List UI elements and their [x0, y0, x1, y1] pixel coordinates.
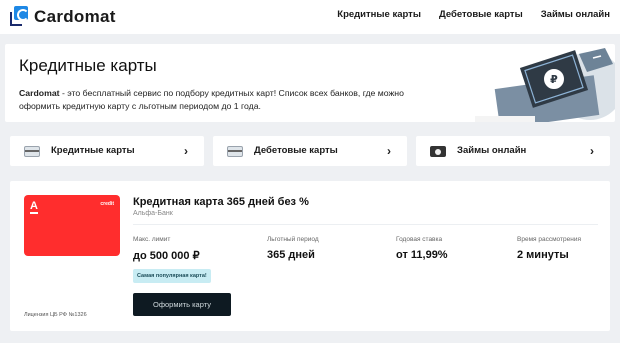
offer-title[interactable]: Кредитная карта 365 дней без % [133, 196, 309, 208]
stat-label: Макс. лимит [133, 236, 171, 243]
category-label: Кредитные карты [51, 145, 135, 156]
hero-text: - это бесплатный сервис по подбору креди… [19, 88, 404, 111]
chevron-right-icon: › [184, 144, 188, 158]
top-bar: Cardomat Кредитные карты Дебетовые карты… [0, 0, 620, 34]
nav-online-loans[interactable]: Займы онлайн [541, 9, 610, 20]
stat-review-time: Время рассмотрения 2 минуты [517, 236, 581, 261]
offer-bank: Альфа-Банк [133, 210, 173, 217]
category-label: Дебетовые карты [254, 145, 338, 156]
stat-value: 2 минуты [517, 249, 569, 261]
card-text: credit [100, 201, 114, 207]
divider [133, 224, 598, 225]
debit-card-icon [227, 146, 243, 157]
stat-limit: Макс. лимит до 500 000 ₽ [133, 236, 200, 262]
stat-label: Время рассмотрения [517, 236, 581, 243]
card-image[interactable]: А credit [24, 195, 120, 256]
popular-badge: Самая популярная карта! [133, 269, 211, 283]
svg-text:₽: ₽ [550, 73, 558, 86]
stat-label: Годовая ставка [396, 236, 443, 243]
apply-button[interactable]: Оформить карту [133, 293, 231, 316]
credit-card-icon [24, 146, 40, 157]
category-bar: Кредитные карты › Дебетовые карты › Займ… [10, 136, 610, 166]
category-label: Займы онлайн [457, 145, 527, 156]
hero-panel: Кредитные карты Cardomat - это бесплатны… [5, 44, 615, 122]
offer-card: А credit Лицензия ЦБ РФ №1326 Кредитная … [10, 181, 610, 331]
stat-grace-period: Льготный период 365 дней [267, 236, 319, 261]
chevron-right-icon: › [590, 144, 594, 158]
logo-text: Cardomat [34, 7, 116, 26]
category-online-loans[interactable]: Займы онлайн › [416, 136, 610, 166]
category-debit-cards[interactable]: Дебетовые карты › [213, 136, 407, 166]
license-text: Лицензия ЦБ РФ №1326 [24, 312, 87, 318]
category-credit-cards[interactable]: Кредитные карты › [10, 136, 204, 166]
stat-value: от 11,99% [396, 249, 448, 261]
hero-brand: Cardomat [19, 88, 60, 98]
coin-icon [430, 146, 446, 157]
wallet-illustration-icon: ₽ [475, 48, 615, 122]
page-title: Кредитные карты [19, 56, 157, 75]
logo[interactable]: Cardomat [10, 6, 116, 28]
chevron-right-icon: › [387, 144, 391, 158]
nav-debit-cards[interactable]: Дебетовые карты [439, 9, 523, 20]
hero-description: Cardomat - это бесплатный сервис по подб… [19, 87, 439, 113]
stat-label: Льготный период [267, 236, 319, 243]
stat-value: 365 дней [267, 249, 315, 261]
top-nav: Кредитные карты Дебетовые карты Займы он… [337, 9, 610, 20]
logo-icon [10, 6, 30, 28]
stat-annual-rate: Годовая ставка от 11,99% [396, 236, 448, 261]
alfa-logo-icon: А [30, 200, 38, 212]
stat-value: до 500 000 ₽ [133, 250, 200, 262]
nav-credit-cards[interactable]: Кредитные карты [337, 9, 421, 20]
